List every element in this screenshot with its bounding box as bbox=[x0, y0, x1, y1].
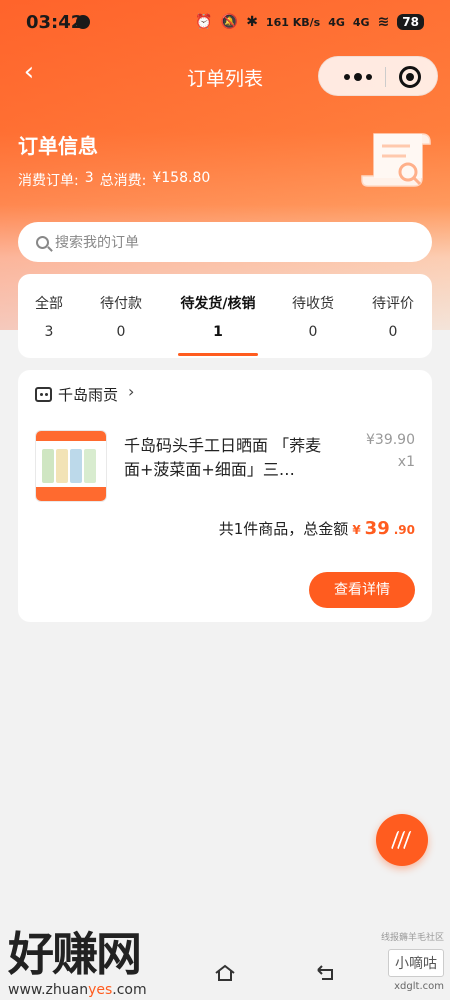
network-speed: 161 KB/s bbox=[265, 15, 321, 29]
tab-count: 0 bbox=[308, 324, 318, 340]
order-info-title: 订单信息 bbox=[18, 134, 98, 158]
tab-pending-receipt[interactable]: 待收货 0 bbox=[280, 274, 346, 358]
search-placeholder: 搜索我的订单 bbox=[55, 235, 139, 251]
watermark-url: www.zhuanyes.com bbox=[8, 982, 147, 998]
search-input[interactable]: 搜索我的订单 bbox=[18, 222, 432, 262]
tab-label: 待收货 bbox=[292, 296, 334, 312]
status-time: 03:42 bbox=[26, 12, 84, 33]
mute-icon: 🔕 bbox=[220, 14, 239, 30]
tab-count: 3 bbox=[44, 324, 54, 340]
order-info-stats: 消费订单: 3 总消费: ¥158.80 bbox=[18, 170, 210, 190]
tab-count: 1 bbox=[213, 324, 223, 340]
order-card: 千岛雨贡 › 千岛码头手工日晒面 「荞麦面+菠菜面+细面」三… ¥39.90 x… bbox=[18, 370, 432, 622]
tab-label: 待付款 bbox=[100, 296, 142, 312]
receipt-scroll-icon bbox=[360, 126, 432, 192]
order-status-tabs: 全部 3 待付款 0 待发货/核销 1 待收货 0 待评价 0 bbox=[18, 274, 432, 358]
total-amount-decimal: .90 bbox=[393, 523, 415, 537]
orders-count: 3 bbox=[84, 170, 94, 186]
back-icon[interactable] bbox=[314, 964, 336, 982]
shop-name[interactable]: 千岛雨贡 bbox=[58, 384, 118, 405]
mini-program-capsule bbox=[318, 56, 438, 96]
bluetooth-icon: ✱ bbox=[246, 14, 258, 30]
tab-pending-shipment[interactable]: 待发货/核销 1 bbox=[168, 274, 268, 358]
total-amount-integer: 39 bbox=[364, 518, 390, 539]
status-bar: 03:42 ⏰ 🔕 ✱ 161 KB/s 4G 4G ≋ 78 bbox=[0, 0, 450, 46]
product-image[interactable] bbox=[35, 430, 107, 502]
tab-count: 0 bbox=[116, 324, 126, 340]
home-icon[interactable] bbox=[214, 964, 236, 982]
active-tab-indicator bbox=[178, 353, 258, 356]
product-price: ¥39.90 bbox=[366, 432, 415, 448]
watermark-right-mid: 小嘀咕 bbox=[388, 949, 444, 977]
tab-label: 全部 bbox=[35, 296, 63, 312]
capsule-divider bbox=[385, 67, 386, 87]
view-details-button[interactable]: 查看详情 bbox=[309, 572, 415, 608]
summary-text: 共1件商品，总金额 bbox=[218, 520, 349, 538]
total-value: ¥158.80 bbox=[152, 170, 211, 186]
tab-pending-payment[interactable]: 待付款 0 bbox=[88, 274, 154, 358]
watermark-right: 线报薅羊毛社区 小嘀咕 xdglt.com bbox=[360, 930, 444, 992]
tab-label: 待发货/核销 bbox=[180, 296, 256, 312]
close-target-icon[interactable] bbox=[399, 66, 421, 88]
status-icons: ⏰ 🔕 ✱ 161 KB/s 4G 4G ≋ 78 bbox=[195, 14, 424, 30]
alarm-icon: ⏰ bbox=[195, 14, 213, 30]
notification-icon bbox=[76, 15, 90, 29]
orders-label: 消费订单: bbox=[18, 173, 79, 189]
signal-2: 4G bbox=[352, 15, 370, 29]
watermark-left: 好赚网 www.zhuanyes.com bbox=[8, 918, 147, 998]
search-icon bbox=[36, 235, 49, 249]
total-currency: ¥ bbox=[352, 523, 361, 537]
chevron-right-icon[interactable]: › bbox=[128, 382, 134, 401]
product-quantity: x1 bbox=[397, 454, 415, 470]
product-title[interactable]: 千岛码头手工日晒面 「荞麦面+菠菜面+细面」三… bbox=[124, 434, 324, 482]
battery-icon: 78 bbox=[397, 14, 424, 30]
signal-1: 4G bbox=[328, 15, 345, 29]
nav-bar: ‹ 订单列表 bbox=[0, 50, 450, 100]
tab-label: 待评价 bbox=[372, 296, 414, 312]
tab-pending-review[interactable]: 待评价 0 bbox=[360, 274, 426, 358]
tab-count: 0 bbox=[388, 324, 398, 340]
total-label: 总消费: bbox=[99, 173, 147, 189]
wifi-icon: ≋ bbox=[377, 14, 390, 30]
watermark-right-top: 线报薅羊毛社区 bbox=[380, 933, 444, 943]
watermark-brand: 好赚网 bbox=[8, 927, 142, 981]
watermark-right-url: xdglt.com bbox=[394, 981, 444, 992]
more-dots-icon[interactable] bbox=[333, 65, 383, 89]
floating-action-button[interactable] bbox=[376, 814, 428, 866]
shop-icon bbox=[35, 387, 52, 402]
order-summary: 共1件商品，总金额 ¥39.90 bbox=[219, 518, 415, 539]
tab-all[interactable]: 全部 3 bbox=[18, 274, 80, 358]
